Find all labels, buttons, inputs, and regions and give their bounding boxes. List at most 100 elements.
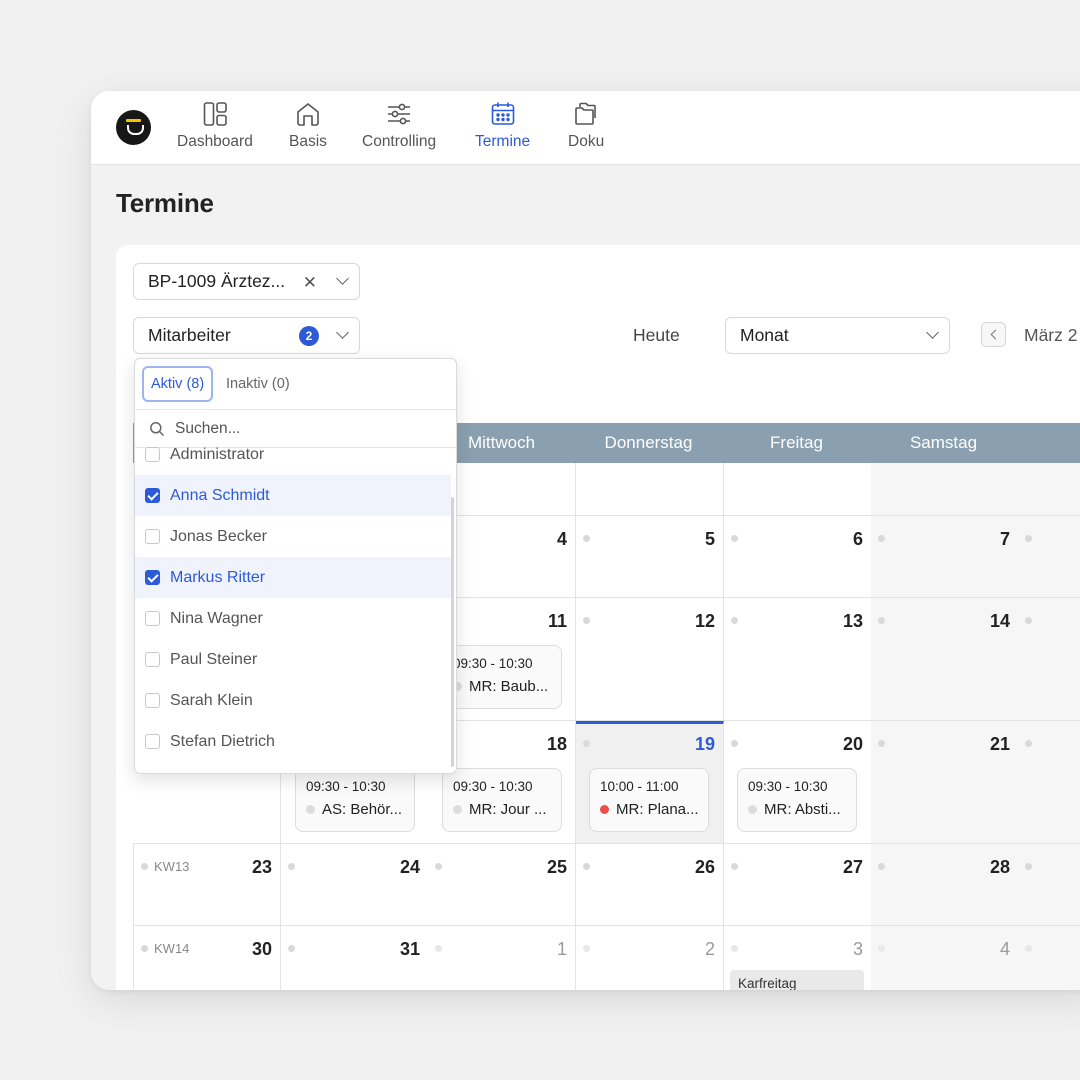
day-dot: [288, 863, 295, 870]
tab-inactive[interactable]: Inaktiv (0): [219, 366, 297, 402]
employee-option[interactable]: Nina Wagner: [135, 598, 451, 639]
employee-option[interactable]: Markus Ritter: [135, 557, 451, 598]
event-card[interactable]: 09:30 - 10:30 AS: Behör...: [295, 768, 415, 832]
event-card[interactable]: 10:00 - 11:00 MR: Plana...: [589, 768, 709, 832]
checkbox[interactable]: [145, 447, 160, 462]
day-number: 5: [704, 529, 715, 549]
event-card[interactable]: 09:30 - 10:30 MR: Baub...: [442, 645, 562, 709]
checkbox[interactable]: [145, 529, 160, 544]
day-cell[interactable]: [724, 463, 872, 516]
day-dot: [878, 945, 885, 952]
employees-select-label: Mitarbeiter: [148, 325, 231, 345]
day-number: 24: [399, 857, 420, 877]
tab-active[interactable]: Aktiv (8): [142, 366, 214, 402]
day-dot: [878, 863, 885, 870]
employee-name: Markus Ritter: [170, 568, 266, 586]
checkbox[interactable]: [145, 570, 160, 585]
today-button[interactable]: Heute: [633, 325, 680, 346]
day-dot: [141, 863, 148, 870]
day-cell[interactable]: 28: [871, 844, 1019, 926]
nav-termine[interactable]: Termine: [475, 101, 530, 157]
nav-basis[interactable]: Basis: [289, 101, 327, 157]
day-cell[interactable]: 4: [871, 926, 1019, 990]
day-cell[interactable]: 24: [281, 844, 429, 926]
dropdown-scrollbar[interactable]: [451, 497, 454, 767]
nav-doku[interactable]: Doku: [568, 101, 604, 157]
chevron-down-icon: [926, 326, 939, 339]
event-card[interactable]: 09:30 - 10:30 MR: Jour ...: [442, 768, 562, 832]
employee-option[interactable]: Sarah Klein: [135, 680, 451, 721]
project-select[interactable]: BP-1009 Ärztez... ✕: [133, 263, 360, 300]
day-cell-today[interactable]: 19 10:00 - 11:00 MR: Plana...: [576, 721, 724, 844]
day-dot: [435, 945, 442, 952]
day-cell[interactable]: 13: [724, 598, 872, 721]
day-cell[interactable]: KW13 23: [133, 844, 281, 926]
day-cell[interactable]: 25: [428, 844, 576, 926]
employee-name: Nina Wagner: [170, 609, 263, 627]
day-number: 20: [842, 734, 863, 754]
day-cell[interactable]: 12: [576, 598, 724, 721]
day-cell[interactable]: [1018, 516, 1080, 598]
day-cell[interactable]: 2: [576, 926, 724, 990]
employee-option[interactable]: Stefan Dietrich: [135, 721, 451, 762]
project-select-value: BP-1009 Ärztez...: [148, 271, 286, 291]
event-status-dot: [748, 805, 757, 814]
dropdown-tabs: Aktiv (8) Inaktiv (0): [135, 359, 456, 410]
employee-option[interactable]: Administrator: [135, 434, 451, 475]
clear-icon[interactable]: ✕: [303, 273, 317, 293]
checkbox[interactable]: [145, 611, 160, 626]
nav-controlling[interactable]: Controlling: [362, 101, 436, 157]
event-title: MR: Absti...: [764, 801, 841, 818]
day-cell[interactable]: KW14 30: [133, 926, 281, 990]
day-cell[interactable]: [1018, 598, 1080, 721]
app-logo[interactable]: [116, 110, 151, 145]
day-cell[interactable]: 6: [724, 516, 872, 598]
day-number: 18: [546, 734, 567, 754]
day-dot: [435, 863, 442, 870]
employees-select[interactable]: Mitarbeiter 2: [133, 317, 360, 354]
day-cell[interactable]: 1: [428, 926, 576, 990]
day-cell[interactable]: 5: [576, 516, 724, 598]
event-time: 09:30 - 10:30: [306, 779, 386, 794]
nav-controlling-label: Controlling: [362, 133, 437, 150]
day-cell[interactable]: 7: [871, 516, 1019, 598]
day-number: 19: [694, 734, 715, 754]
checkbox[interactable]: [145, 693, 160, 708]
previous-month-button[interactable]: [981, 322, 1006, 347]
checkbox[interactable]: [145, 734, 160, 749]
day-dot: [731, 617, 738, 624]
day-number: 26: [694, 857, 715, 877]
day-cell[interactable]: [1018, 844, 1080, 926]
employees-dropdown: Aktiv (8) Inaktiv (0) Administrator Anna…: [134, 358, 457, 774]
day-number: 4: [556, 529, 567, 549]
day-cell[interactable]: 20 09:30 - 10:30 MR: Absti...: [724, 721, 872, 844]
day-cell[interactable]: 26: [576, 844, 724, 926]
day-dot: [141, 945, 148, 952]
day-number: 4: [999, 939, 1010, 959]
employee-name: Anna Schmidt: [170, 486, 270, 504]
day-cell[interactable]: 31: [281, 926, 429, 990]
employee-name: Administrator: [170, 445, 265, 463]
day-cell[interactable]: [576, 463, 724, 516]
employee-option[interactable]: Anna Schmidt: [135, 475, 451, 516]
day-cell[interactable]: 3 Karfreitag: [724, 926, 872, 990]
day-cell[interactable]: [871, 463, 1019, 516]
day-number: 12: [694, 611, 715, 631]
calendar-icon: [491, 102, 514, 125]
day-number: 21: [989, 734, 1010, 754]
checkbox[interactable]: [145, 652, 160, 667]
day-cell[interactable]: [1018, 721, 1080, 844]
day-cell[interactable]: 21: [871, 721, 1019, 844]
employee-option[interactable]: Paul Steiner: [135, 639, 451, 680]
event-title: MR: Plana...: [616, 801, 698, 818]
event-title-row: MR: Jour ...: [453, 801, 551, 818]
day-cell[interactable]: [1018, 926, 1080, 990]
event-card[interactable]: 09:30 - 10:30 MR: Absti...: [737, 768, 857, 832]
checkbox[interactable]: [145, 488, 160, 503]
nav-dashboard[interactable]: Dashboard: [177, 101, 253, 157]
day-cell[interactable]: 14: [871, 598, 1019, 721]
day-cell[interactable]: 27: [724, 844, 872, 926]
employee-option[interactable]: Jonas Becker: [135, 516, 451, 557]
day-cell[interactable]: [1018, 463, 1080, 516]
view-select[interactable]: Monat: [725, 317, 950, 354]
